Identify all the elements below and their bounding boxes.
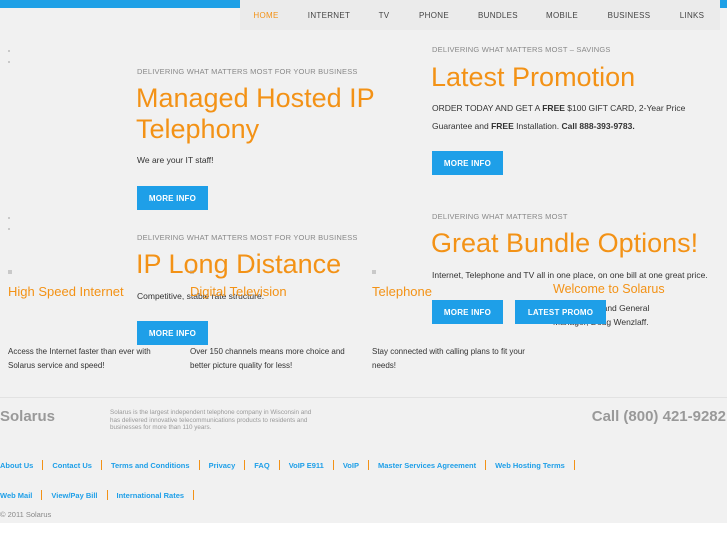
footer-link-voip-e911[interactable]: VoIP E911 [289, 461, 324, 470]
footer-link-contact[interactable]: Contact Us [52, 461, 92, 470]
link-separator [42, 460, 44, 470]
link-separator [193, 490, 195, 500]
latest-promo-button[interactable]: LATEST PROMO [515, 300, 606, 324]
nav-phone[interactable]: PHONE [416, 11, 452, 20]
nav-links[interactable]: LINKS [676, 11, 708, 20]
link-separator [573, 460, 575, 470]
nav-home[interactable]: HOME [246, 11, 286, 20]
feature-tv-text: Over 150 channels means more choice and b… [190, 347, 345, 370]
hosted-title-line2: Telephony [136, 114, 260, 144]
promo-more-info-button[interactable]: MORE INFO [432, 151, 503, 175]
longdistance-title: IP Long Distance [136, 249, 342, 279]
hosted-kicker: DELIVERING WHAT MATTERS MOST FOR YOUR BU… [137, 67, 358, 76]
slider-dot[interactable] [372, 270, 376, 274]
slider-dot[interactable] [8, 228, 10, 230]
link-separator [485, 460, 487, 470]
footer-links-row1: About Us Contact Us Terms and Conditions… [0, 460, 584, 470]
link-separator [41, 490, 43, 500]
page-bottom [0, 523, 727, 545]
promo-kicker: DELIVERING WHAT MATTERS MOST – SAVINGS [432, 45, 611, 54]
longdistance-more-info-button[interactable]: MORE INFO [137, 321, 208, 345]
footer-link-about[interactable]: About Us [0, 461, 33, 470]
footer-brand: Solarus [0, 408, 56, 425]
link-separator [332, 460, 334, 470]
nav-bundles[interactable]: BUNDLES [476, 11, 520, 20]
link-separator [198, 460, 200, 470]
nav-business[interactable]: BUSINESS [606, 11, 652, 20]
slider-dot[interactable] [8, 270, 12, 274]
slider-dot[interactable] [8, 217, 10, 219]
footer-link-faq[interactable]: FAQ [254, 461, 269, 470]
welcome-title: Welcome to Solarus [553, 282, 665, 296]
promo-text: ORDER TODAY AND GET A FREE $100 GIFT CAR… [432, 103, 686, 131]
footer-link-international-rates[interactable]: International Rates [117, 491, 185, 500]
bundle-title: Great Bundle Options! [431, 228, 699, 258]
footer-link-web-mail[interactable]: Web Mail [0, 491, 32, 500]
slider-dot[interactable] [8, 61, 10, 63]
link-separator [100, 460, 102, 470]
main-nav: HOME INTERNET TV PHONE BUNDLES MOBILE BU… [240, 0, 720, 30]
footer-copyright: © 2011 Solarus [0, 510, 52, 519]
bundle-more-info-button[interactable]: MORE INFO [432, 300, 503, 324]
feature-internet-text: Access the Internet faster than ever wit… [8, 347, 151, 370]
footer-divider [0, 397, 727, 398]
feature-tv-title[interactable]: Digital Television [190, 284, 287, 299]
footer-phone: Call (800) 421-9282 [591, 408, 726, 425]
hosted-title-line1: Managed Hosted IP [136, 83, 375, 113]
feature-internet-title[interactable]: High Speed Internet [8, 284, 124, 299]
nav-mobile[interactable]: MOBILE [542, 11, 582, 20]
longdistance-kicker: DELIVERING WHAT MATTERS MOST FOR YOUR BU… [137, 233, 358, 242]
link-separator [367, 460, 369, 470]
footer-link-terms[interactable]: Terms and Conditions [111, 461, 190, 470]
slider-dot[interactable] [8, 50, 10, 52]
nav-internet[interactable]: INTERNET [302, 11, 356, 20]
link-separator [106, 490, 108, 500]
hosted-more-info-button[interactable]: MORE INFO [137, 186, 208, 210]
footer-link-privacy[interactable]: Privacy [209, 461, 236, 470]
feature-telephone-title[interactable]: Telephone [372, 284, 432, 299]
footer-link-view-pay-bill[interactable]: View/Pay Bill [51, 491, 97, 500]
nav-tv[interactable]: TV [374, 11, 394, 20]
promo-title: Latest Promotion [431, 62, 636, 92]
footer-link-voip[interactable]: VoIP [343, 461, 359, 470]
link-separator [278, 460, 280, 470]
feature-telephone-text: Stay connected with calling plans to fit… [372, 347, 525, 370]
hosted-text: We are your IT staff! [137, 155, 214, 165]
footer-link-msa[interactable]: Master Services Agreement [378, 461, 476, 470]
link-separator [244, 460, 246, 470]
footer-blurb: Solarus is the largest independent telep… [110, 409, 312, 431]
footer-link-web-hosting-terms[interactable]: Web Hosting Terms [495, 461, 565, 470]
bundle-kicker: DELIVERING WHAT MATTERS MOST [432, 212, 568, 221]
footer-links-row2: Web Mail View/Pay Bill International Rat… [0, 490, 203, 500]
